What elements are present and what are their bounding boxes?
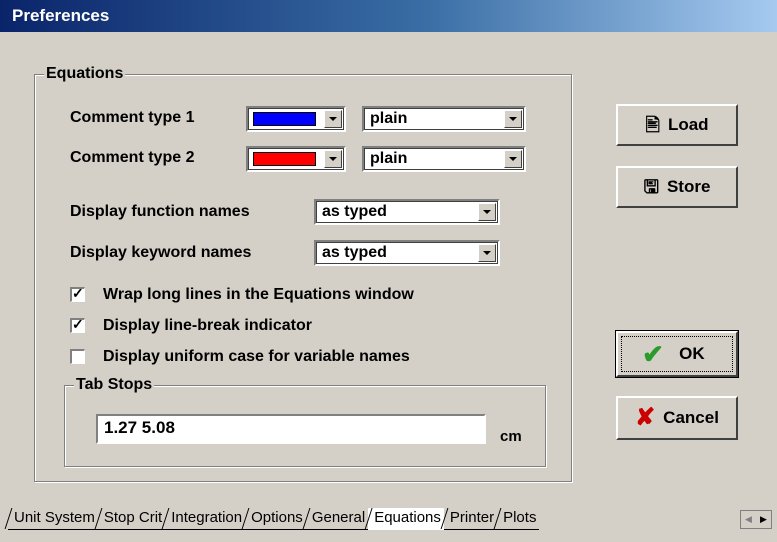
line-break-indicator-checkbox[interactable]: ✓ <box>70 316 85 333</box>
line-break-indicator-label[interactable]: Display line-break indicator <box>103 316 312 336</box>
chevron-down-icon[interactable] <box>504 110 522 128</box>
tab-stops-input[interactable]: 1.27 5.08 <box>96 414 486 444</box>
ok-button[interactable]: ✔ OK <box>615 330 739 378</box>
cancel-button[interactable]: ✘ Cancel <box>616 396 738 440</box>
x-icon: ✘ <box>635 404 656 431</box>
comment-type-1-style-value: plain <box>370 110 408 127</box>
comment-type-2-label: Comment type 2 <box>70 149 195 166</box>
comment-type-2-color-select[interactable] <box>246 146 346 172</box>
comment-type-1-label: Comment type 1 <box>70 109 195 126</box>
wrap-long-lines-label[interactable]: Wrap long lines in the Equations window <box>103 285 414 305</box>
tab-stop-crit[interactable]: Stop Crit <box>97 508 166 530</box>
comment-type-1-style-select[interactable]: plain <box>362 106 526 132</box>
focus-rectangle <box>621 336 733 372</box>
tab-scroll-arrows[interactable]: ◀ ▶ <box>740 510 772 529</box>
left-arrow-icon[interactable]: ◀ <box>741 511 756 528</box>
store-button-label: Store <box>666 177 711 196</box>
equations-group-label: Equations <box>44 65 126 83</box>
tab-printer[interactable]: Printer <box>443 508 498 530</box>
tab-integration[interactable]: Integration <box>165 508 246 530</box>
tab-general[interactable]: General <box>305 508 369 530</box>
store-button[interactable]: 🖫 Store <box>616 166 738 208</box>
title-bar[interactable]: Preferences <box>0 0 777 32</box>
chevron-down-icon[interactable] <box>478 203 496 221</box>
comment-type-2-style-value: plain <box>370 150 408 167</box>
display-keyword-names-select[interactable]: as typed <box>314 240 500 266</box>
cancel-button-label: Cancel <box>663 408 719 427</box>
preferences-dialog: Preferences Equations Comment type 1 pla… <box>0 0 777 542</box>
display-keyword-names-value: as typed <box>322 244 387 261</box>
checkmark-icon: ✓ <box>72 316 84 332</box>
chevron-down-icon[interactable] <box>324 110 342 128</box>
uniform-case-label[interactable]: Display uniform case for variable names <box>103 347 410 367</box>
color-swatch-blue <box>253 112 316 126</box>
right-arrow-icon[interactable]: ▶ <box>756 511 771 528</box>
load-button[interactable]: 🖹 Load <box>616 104 738 146</box>
chevron-down-icon[interactable] <box>478 244 496 262</box>
color-swatch-red <box>253 152 316 166</box>
store-icon: 🖫 <box>643 177 659 197</box>
comment-type-1-color-select[interactable] <box>246 106 346 132</box>
uniform-case-checkbox[interactable] <box>70 349 85 364</box>
comment-type-2-style-select[interactable]: plain <box>362 146 526 172</box>
checkmark-icon: ✓ <box>72 285 84 301</box>
chevron-down-icon[interactable] <box>504 150 522 168</box>
tab-equations[interactable]: Equations <box>368 508 444 530</box>
tab-options[interactable]: Options <box>245 508 306 530</box>
display-keyword-names-label: Display keyword names <box>70 244 252 261</box>
load-button-label: Load <box>667 115 709 134</box>
tab-stops-unit: cm <box>500 428 522 445</box>
display-function-names-label: Display function names <box>70 203 250 220</box>
display-function-names-select[interactable]: as typed <box>314 199 500 225</box>
display-function-names-value: as typed <box>322 203 387 220</box>
load-icon: 🖹 <box>645 115 660 135</box>
wrap-long-lines-checkbox[interactable]: ✓ <box>70 285 85 302</box>
tab-stops-label: Tab Stops <box>74 376 155 394</box>
chevron-down-icon[interactable] <box>324 150 342 168</box>
tab-strip: Unit System Stop Crit Integration Option… <box>8 508 540 530</box>
tab-plots[interactable]: Plots <box>497 508 540 530</box>
tab-unit-system[interactable]: Unit System <box>8 508 98 530</box>
